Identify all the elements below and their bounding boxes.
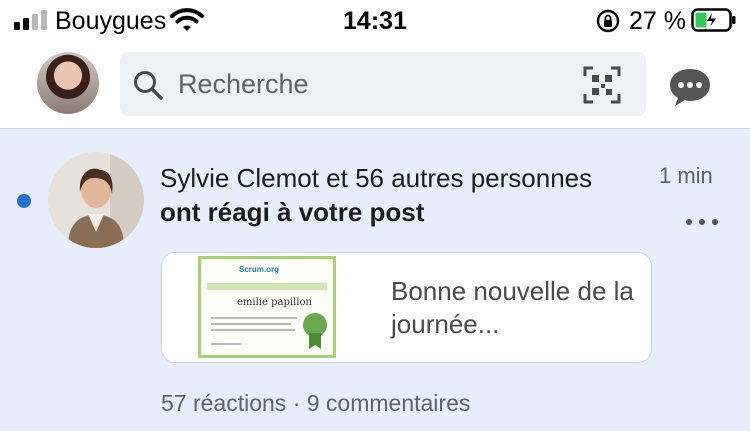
certificate-logo: Scrum.org [239,265,280,274]
post-preview-card[interactable]: Scrum.org emilie papillon Bonne nouvelle… [161,252,652,363]
search-input[interactable] [178,66,558,102]
reactions-summary[interactable]: 57 réactions · 9 commentaires [161,390,470,417]
notification-subtitle: ont réagi à votre post [160,197,425,227]
my-profile-avatar[interactable] [37,52,99,114]
orientation-lock-icon [596,9,620,33]
certificate-signature-line [211,343,241,345]
certificate-text-line [211,323,291,325]
status-bar: Bouygues 14:31 27 % [0,0,750,42]
notification-time: 1 min [659,163,713,188]
sylvie-clemot-avatar[interactable] [48,152,144,248]
more-options-icon[interactable] [686,217,718,227]
notification-title: Sylvie Clemot et 56 autres personnes [160,163,593,193]
unread-indicator [17,194,31,208]
notification-item[interactable]: Sylvie Clemot et 56 autres personnes ont… [0,129,750,431]
qr-code-icon[interactable] [583,66,621,104]
certificate-text-line [211,317,297,319]
certificate-thumbnail: Scrum.org emilie papillon [198,256,336,358]
certificate-ribbon-icon [309,333,321,349]
certificate-text-line [211,329,295,331]
search-icon [134,71,163,100]
certificate-heading-band [207,283,327,290]
messaging-icon[interactable] [667,66,713,108]
battery-charging-icon [691,8,736,32]
certificate-name: emilie papillon [237,297,312,308]
battery-percent: 27 % [629,7,686,35]
post-preview-text: Bonne nouvelle de la journée... [391,276,634,339]
search-bar[interactable] [120,52,646,116]
app-header [0,42,750,129]
